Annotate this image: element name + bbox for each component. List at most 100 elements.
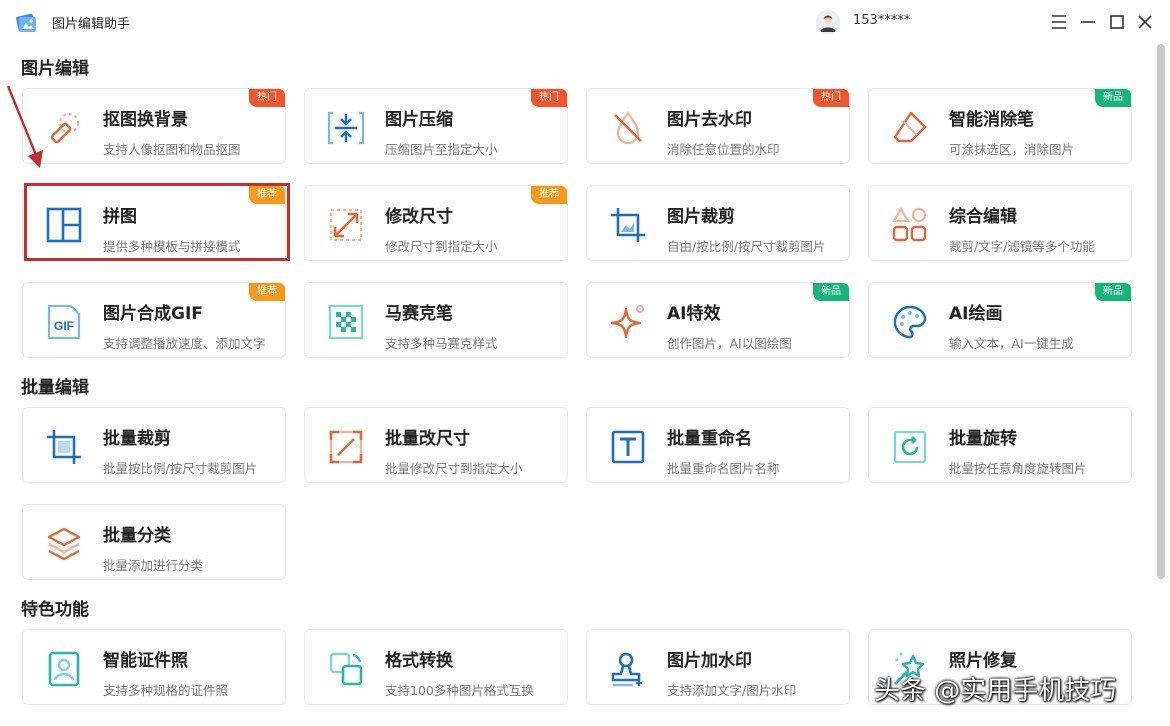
gif-file-icon: GIF [45,303,83,341]
recommend-badge: 推荐 [531,186,567,204]
card-crop[interactable]: 图片裁剪 自由/按比例/按尺寸裁剪图片 [586,185,850,261]
card-desc: 修改尺寸到指定大小 [385,239,498,254]
rotate-icon [891,428,929,466]
watermark-text: 头条 @实用手机技巧 [874,676,1117,706]
card-desc: 支持调整播放速度、添加文字 [103,336,266,351]
eraser-icon [891,109,929,147]
card-desc: 输入文本，AI一键生成 [949,336,1074,351]
card-desc: 支持添加文字/图片水印 [667,683,797,698]
card-title: 批量改尺寸 [385,429,470,449]
card-desc: 提供多种模板与拼接模式 [103,239,241,254]
card-batch-resize[interactable]: 批量改尺寸 批量修改尺寸到指定大小 [304,407,568,483]
card-title: 拼图 [103,207,137,227]
close-icon[interactable] [1134,11,1156,33]
card-batch-rotate[interactable]: 批量旋转 批量按任意角度旋转图片 [868,407,1132,483]
recommend-badge: 推荐 [249,283,285,301]
crop-icon [609,206,647,244]
maximize-icon[interactable] [1106,11,1128,33]
new-badge: 新品 [813,283,849,301]
svg-text:GIF: GIF [54,319,74,333]
card-title: 智能消除笔 [949,110,1034,130]
batch-crop-icon [45,428,83,466]
card-title: 批量重命名 [667,429,752,449]
card-collage[interactable]: 拼图 提供多种模板与拼接模式 推荐 [22,185,286,261]
card-desc: 自由/按比例/按尺寸裁剪图片 [667,239,826,254]
app-logo-icon [14,9,40,35]
card-title: 修改尺寸 [385,207,453,227]
app-title: 图片编辑助手 [52,17,131,32]
card-add-watermark[interactable]: 图片加水印 支持添加文字/图片水印 [586,629,850,705]
new-badge: 新品 [1095,89,1131,107]
card-format[interactable]: 格式转换 支持100多种图片格式互换 [304,629,568,705]
hot-badge: 热门 [249,89,285,107]
collage-grid-icon [45,206,83,244]
card-desc: 批量按比例/按尺寸裁剪图片 [103,461,258,476]
card-compress[interactable]: 图片压缩 压缩图片至指定大小 热门 [304,88,568,164]
format-convert-icon [327,650,365,688]
shapes-icon [891,206,929,244]
card-title: 批量裁剪 [103,429,171,449]
card-batch-classify[interactable]: 批量分类 批量添加进行分类 [22,504,286,580]
user-name[interactable]: 153***** [853,13,910,28]
minimize-icon[interactable] [1077,11,1099,33]
card-title: 图片加水印 [667,651,752,671]
section-title-special: 特色功能 [21,600,89,620]
card-desc: 支持100多种图片格式互换 [385,683,534,698]
card-title: 批量旋转 [949,429,1017,449]
matting-brush-icon [45,109,83,147]
card-batch-crop[interactable]: 批量裁剪 批量按比例/按尺寸裁剪图片 [22,407,286,483]
card-mosaic[interactable]: 马赛克笔 支持多种马赛克样式 [304,282,568,358]
card-ai-paint[interactable]: AI绘画 输入文本，AI一键生成 新品 [868,282,1132,358]
section-title-batch: 批量编辑 [21,378,89,398]
card-composite[interactable]: 综合编辑 裁剪/文字/滤镜等多个功能 [868,185,1132,261]
resize-arrows-icon [327,206,365,244]
card-title: 综合编辑 [949,207,1017,227]
water-drop-slash-icon [609,109,647,147]
card-batch-rename[interactable]: 批量重命名 批量重命名图片名称 [586,407,850,483]
card-desc: 批量按任意角度旋转图片 [949,461,1087,476]
card-desc: 消除任意位置的水印 [667,142,780,157]
card-resize[interactable]: 修改尺寸 修改尺寸到指定大小 推荐 [304,185,568,261]
card-title: 图片压缩 [385,110,453,130]
batch-resize-icon [327,428,365,466]
card-desc: 裁剪/文字/滤镜等多个功能 [949,239,1095,254]
card-title: 格式转换 [385,651,453,671]
card-desc: 可涂抹选区，消除图片 [949,142,1075,157]
card-title: 照片修复 [949,651,1017,671]
menu-icon[interactable] [1048,11,1070,33]
card-title: 马赛克笔 [385,304,453,324]
sparkle-icon [609,303,647,341]
stamp-icon [609,650,647,688]
id-photo-icon [45,650,83,688]
card-title: 图片合成GIF [103,304,203,324]
user-avatar[interactable] [816,10,840,34]
title-bar: 图片编辑助手 153***** [0,0,1170,44]
card-id-photo[interactable]: 智能证件照 支持多种规格的证件照 [22,629,286,705]
card-title: 图片去水印 [667,110,752,130]
card-desc: 支持人像抠图和物品抠图 [103,142,241,157]
card-title: 批量分类 [103,526,171,546]
layers-icon [45,525,83,563]
recommend-badge: 推荐 [249,186,285,204]
card-ai-effect[interactable]: AI特效 创作图片，AI以图绘图 新品 [586,282,850,358]
card-title: 抠图换背景 [103,110,188,130]
card-desc: 压缩图片至指定大小 [385,142,498,157]
card-title: AI特效 [667,304,721,324]
card-watermark-remove[interactable]: 图片去水印 消除任意位置的水印 热门 [586,88,850,164]
palette-icon [891,303,929,341]
card-title: 图片裁剪 [667,207,735,227]
card-gif[interactable]: GIF 图片合成GIF 支持调整播放速度、添加文字 推荐 [22,282,286,358]
card-desc: 创作图片，AI以图绘图 [667,336,792,351]
card-desc: 批量修改尺寸到指定大小 [385,461,523,476]
card-desc: 支持多种马赛克样式 [385,336,498,351]
card-eraser[interactable]: 智能消除笔 可涂抹选区，消除图片 新品 [868,88,1132,164]
text-t-icon [609,428,647,466]
hot-badge: 热门 [813,89,849,107]
card-desc: 支持多种规格的证件照 [103,683,229,698]
compress-icon [327,109,365,147]
new-badge: 新品 [1095,283,1131,301]
card-matting[interactable]: 抠图换背景 支持人像抠图和物品抠图 热门 [22,88,286,164]
scrollbar[interactable] [1157,44,1165,579]
section-title-edit: 图片编辑 [21,59,89,79]
card-title: 智能证件照 [103,651,188,671]
